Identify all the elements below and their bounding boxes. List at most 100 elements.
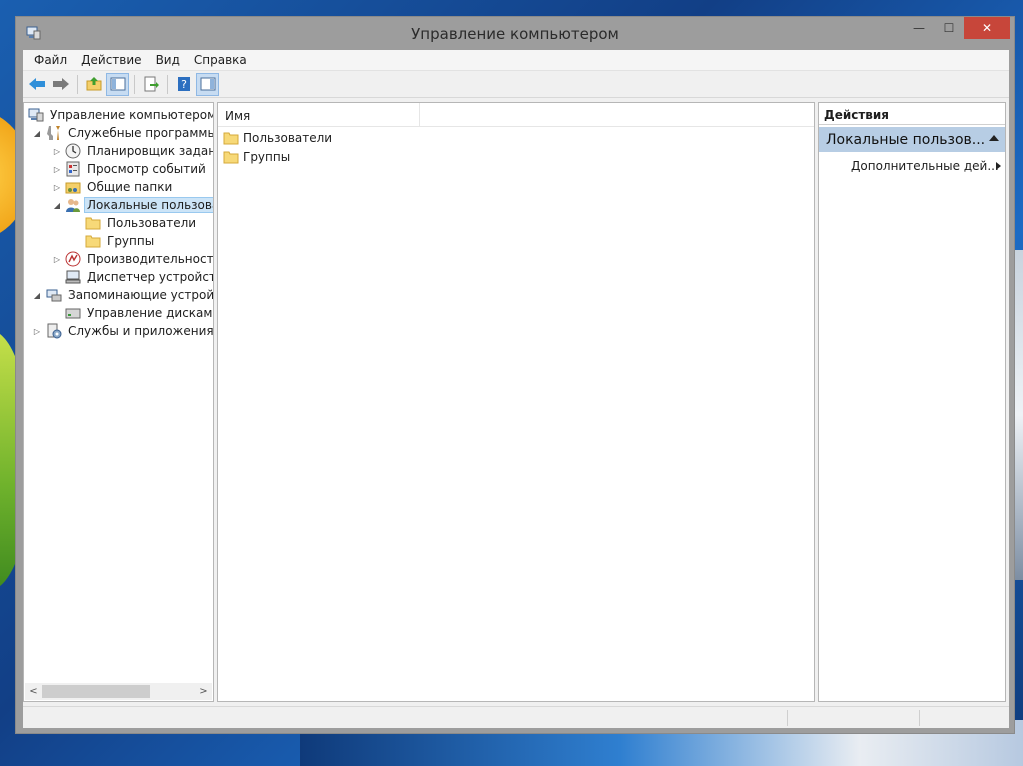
event-viewer-icon (66, 161, 80, 177)
actions-group-local-users[interactable]: Локальные пользов... (819, 127, 1005, 152)
show-hide-action-pane-button[interactable] (196, 72, 219, 96)
help-icon: ? (177, 77, 190, 91)
back-button[interactable] (25, 73, 48, 96)
list-item-label: Группы (243, 150, 291, 164)
menu-view[interactable]: Вид (149, 53, 187, 67)
status-separator (919, 710, 920, 726)
storage-icon (46, 289, 62, 302)
tree-label: Служебные программы (68, 126, 214, 140)
disk-icon (65, 308, 81, 319)
expand-arrow-icon[interactable]: ▷ (52, 142, 62, 160)
minimize-button[interactable]: — (906, 17, 932, 39)
scroll-thumb[interactable] (42, 685, 150, 698)
services-icon (47, 323, 62, 339)
more-actions-item[interactable]: Дополнительные дей... (851, 157, 1001, 175)
menu-file[interactable]: Файл (27, 53, 74, 67)
expand-arrow-icon[interactable]: ▷ (32, 322, 42, 340)
close-button[interactable]: ✕ (964, 17, 1010, 39)
export-list-icon (144, 76, 159, 92)
status-bar (23, 706, 1009, 728)
tree-label: Группы (107, 234, 155, 248)
actions-pane: Действия Локальные пользов... Дополнител… (818, 102, 1006, 702)
tree-label: Службы и приложения (68, 324, 214, 338)
column-header-name[interactable]: Имя (218, 103, 420, 127)
tree-label: Общие папки (87, 180, 173, 194)
list-item-users[interactable]: Пользователи (223, 129, 332, 147)
console-tree-pane[interactable]: Управление компьютером (л ◢ Служебные пр… (23, 102, 214, 702)
tree-item-system-tools[interactable]: Служебные программы (46, 124, 214, 142)
status-separator (787, 710, 788, 726)
forward-arrow-icon (52, 78, 69, 90)
device-manager-icon (65, 270, 81, 284)
actions-group-label: Локальные пользов... (826, 131, 986, 148)
expand-arrow-icon[interactable]: ▷ (52, 160, 62, 178)
folder-icon (223, 151, 239, 164)
minimize-icon: — (913, 21, 925, 35)
tree-horizontal-scrollbar[interactable]: < > (25, 683, 212, 700)
maximize-icon: ☐ (943, 21, 955, 35)
tree-item-device-manager[interactable]: Диспетчер устройств (65, 268, 214, 286)
help-button[interactable]: ? (172, 73, 195, 96)
export-list-button[interactable] (139, 73, 162, 96)
shared-folder-icon (65, 182, 81, 194)
scroll-track[interactable] (42, 683, 195, 700)
scroll-right-icon[interactable]: > (195, 683, 212, 700)
clock-icon (65, 143, 81, 159)
collapse-arrow-icon[interactable]: ◢ (52, 196, 62, 214)
submenu-arrow-icon (996, 162, 1001, 170)
list-item-label: Пользователи (243, 131, 333, 145)
results-list-pane[interactable]: Имя Пользователи Группы (217, 102, 815, 702)
collapse-arrow-icon[interactable]: ◢ (32, 286, 42, 304)
tree-item-task-scheduler[interactable]: Планировщик заданий (65, 142, 213, 160)
tree-item-event-viewer[interactable]: Просмотр событий (65, 160, 208, 178)
scroll-left-icon[interactable]: < (25, 683, 42, 700)
tree-label: Диспетчер устройств (87, 270, 214, 284)
menu-action[interactable]: Действие (74, 53, 148, 67)
tree-item-shared-folders[interactable]: Общие папки (65, 178, 174, 196)
performance-icon (65, 251, 81, 267)
tree-item-performance[interactable]: Производительность (65, 250, 213, 268)
expand-arrow-icon[interactable]: ▷ (52, 178, 62, 196)
more-actions-label: Дополнительные дей... (851, 159, 999, 173)
toolbar: ? (23, 71, 1009, 98)
up-one-level-button[interactable] (82, 73, 105, 96)
toolbar-separator (134, 74, 135, 94)
expand-arrow-icon[interactable]: ▷ (52, 250, 62, 268)
tree-item-storage[interactable]: Запоминающие устройст (46, 286, 214, 304)
list-item-groups[interactable]: Группы (223, 148, 290, 166)
tree-item-disk-management[interactable]: Управление дисками (65, 304, 213, 322)
show-hide-action-pane-icon (200, 77, 215, 91)
window-client-area: Файл Действие Вид Справка ? Управление к… (23, 50, 1009, 728)
tree-label: Планировщик заданий (87, 144, 213, 158)
tree-item-local-users-groups[interactable]: Локальные пользовате (65, 196, 213, 214)
menu-bar: Файл Действие Вид Справка (23, 50, 1009, 71)
actions-header: Действия (819, 103, 1005, 125)
show-hide-console-tree-button[interactable] (106, 72, 129, 96)
svg-text:?: ? (181, 78, 187, 91)
list-header: Имя (218, 103, 814, 127)
back-arrow-icon (28, 78, 45, 90)
tree-label: Локальные пользовате (84, 197, 213, 213)
tree-label: Управление компьютером (л (50, 108, 214, 122)
users-icon (66, 199, 80, 212)
tree-item-root[interactable]: Управление компьютером (л (28, 106, 214, 124)
tools-icon (47, 126, 60, 140)
collapse-triangle-icon[interactable] (989, 135, 999, 141)
tree-label: Запоминающие устройст (68, 288, 214, 302)
tree-item-groups[interactable]: Группы (85, 232, 156, 250)
maximize-button[interactable]: ☐ (936, 17, 962, 39)
tree-item-users[interactable]: Пользователи (85, 214, 198, 232)
show-hide-console-tree-icon (110, 77, 125, 91)
tree-label: Просмотр событий (87, 162, 206, 176)
window-title: Управление компьютером (411, 25, 619, 43)
up-folder-icon (86, 77, 101, 91)
forward-button[interactable] (49, 73, 72, 96)
folder-icon (223, 132, 239, 145)
folder-icon (85, 217, 101, 230)
toolbar-separator (77, 74, 78, 94)
title-bar[interactable]: Управление компьютером — ☐ ✕ (16, 17, 1014, 50)
menu-help[interactable]: Справка (187, 53, 254, 67)
computer-management-icon (28, 108, 44, 122)
collapse-arrow-icon[interactable]: ◢ (32, 124, 42, 142)
tree-item-services-applications[interactable]: Службы и приложения (46, 322, 214, 340)
